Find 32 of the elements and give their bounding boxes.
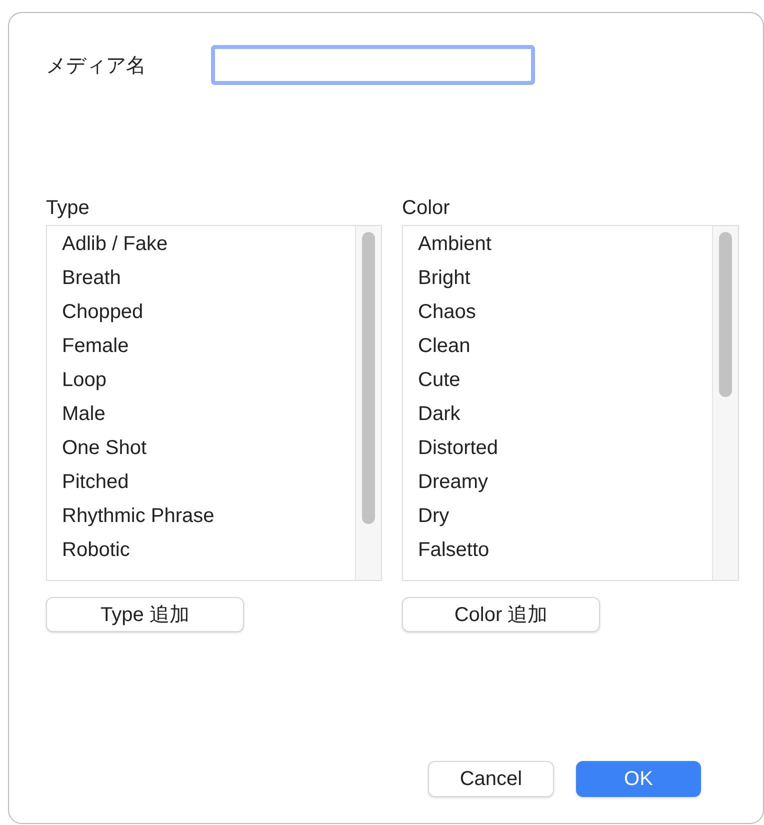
list-item[interactable]: Robotic (62, 535, 355, 569)
add-button[interactable]: Color 追加 (402, 597, 600, 632)
scrollbar[interactable] (355, 226, 381, 580)
list-item[interactable]: Falsetto (418, 535, 712, 569)
scroll-thumb[interactable] (362, 232, 375, 524)
cancel-button[interactable]: Cancel (428, 761, 554, 797)
list-title: Type (46, 197, 90, 221)
list-item[interactable]: Female (62, 331, 355, 365)
add-button[interactable]: Type 追加 (46, 597, 244, 632)
list-item[interactable]: Dark (418, 399, 712, 433)
list-item[interactable]: Breath (62, 263, 355, 297)
list-item[interactable]: Dreamy (418, 467, 712, 501)
list-item[interactable]: Ambient (418, 229, 712, 263)
ok-button[interactable]: OK (576, 761, 701, 797)
scrollbar[interactable] (712, 226, 738, 580)
media-name-field[interactable] (211, 45, 535, 85)
list-item[interactable]: Dry (418, 501, 712, 535)
list-item[interactable]: Chopped (62, 297, 355, 331)
list-item[interactable]: Chaos (418, 297, 712, 331)
list-item[interactable]: One Shot (62, 433, 355, 467)
list-item[interactable]: Bright (418, 263, 712, 297)
list-item[interactable]: Loop (62, 365, 355, 399)
list-item[interactable]: Rhythmic Phrase (62, 501, 355, 535)
list-item[interactable]: Adlib / Fake (62, 229, 355, 263)
list-item[interactable]: Pitched (62, 467, 355, 501)
scroll-thumb[interactable] (719, 232, 732, 397)
media-name-label: メディア名 (46, 54, 147, 78)
list-item[interactable]: Cute (418, 365, 712, 399)
list-title: Color (402, 197, 451, 221)
list-item[interactable]: Male (62, 399, 355, 433)
list-item[interactable]: Distorted (418, 433, 712, 467)
list-item[interactable]: Clean (418, 331, 712, 365)
